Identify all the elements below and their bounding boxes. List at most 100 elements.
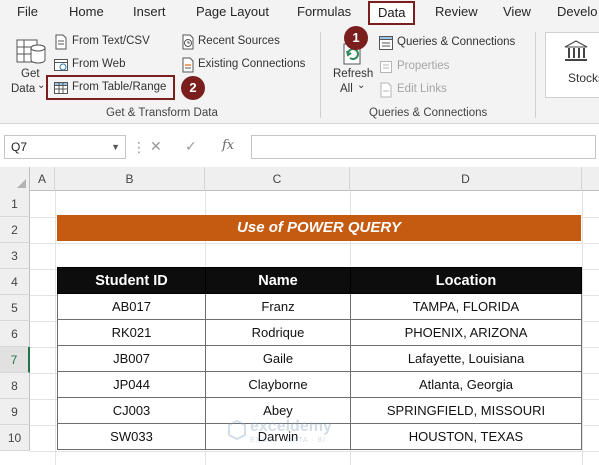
cell-student-id[interactable]: AB017 [57,293,206,320]
from-table-range-button[interactable]: From Table/Range [72,81,166,93]
tab-file[interactable]: File [17,0,38,26]
tab-review[interactable]: Review [435,0,478,26]
row-header-1[interactable]: 1 [0,191,30,217]
cell-student-id[interactable]: CJ003 [57,397,206,424]
gridline [30,243,599,244]
from-web-button[interactable]: From Web [72,58,125,70]
get-data-dropdown-icon[interactable]: ⌄ [37,80,45,91]
row-header-6[interactable]: 6 [0,321,30,347]
row-header-3[interactable]: 3 [0,243,30,269]
cancel-icon[interactable]: ✕ [150,138,162,155]
select-all-corner[interactable] [0,167,30,191]
header-location[interactable]: Location [350,267,582,294]
cell-location[interactable]: HOUSTON, TEXAS [350,423,582,450]
properties-button[interactable]: Properties [397,60,449,72]
tab-view[interactable]: View [503,0,531,26]
existing-connections-button[interactable]: Existing Connections [198,58,305,70]
step-2-badge: 2 [181,76,205,100]
stocks-label: Stocks [568,71,599,85]
row-header-10[interactable]: 10 [0,425,30,451]
cell-name[interactable]: Darwin [205,423,351,450]
table-row: AB017 Franz TAMPA, FLORIDA [57,293,582,320]
cell-name[interactable]: Abey [205,397,351,424]
gridline [55,191,56,465]
edit-links-button[interactable]: Edit Links [397,83,447,95]
from-text-csv-button[interactable]: From Text/CSV [72,35,150,47]
sheet-title[interactable]: Use of POWER QUERY [57,215,581,241]
column-header-a[interactable]: A [30,167,55,191]
tab-data[interactable]: Data [368,1,416,25]
ribbon-separator [320,32,321,118]
formula-bar-grip-icon[interactable]: ⋮ [132,139,146,156]
recent-sources-button[interactable]: Recent Sources [198,35,280,47]
row-header-7[interactable]: 7 [0,347,30,373]
bank-building-icon [564,40,588,61]
cell-location[interactable]: Atlanta, Georgia [350,371,582,398]
queries-group-label: Queries & Connections [369,107,488,119]
row-header-8[interactable]: 8 [0,373,30,399]
tab-insert[interactable]: Insert [133,0,166,26]
tab-formulas[interactable]: Formulas [297,0,351,26]
name-box-dropdown-icon[interactable]: ▼ [111,136,120,158]
name-box[interactable]: Q7 ▼ [4,135,126,159]
queries-connections-icon [379,36,393,50]
tab-home[interactable]: Home [69,0,104,26]
table-icon [54,82,68,94]
queries-connections-button[interactable]: Queries & Connections [397,36,515,48]
cell-location[interactable]: PHOENIX, ARIZONA [350,319,582,346]
header-student-id[interactable]: Student ID [57,267,206,294]
header-name[interactable]: Name [205,267,351,294]
existing-connections-icon [182,57,194,73]
cell-name[interactable]: Rodrique [205,319,351,346]
cell-student-id[interactable]: JB007 [57,345,206,372]
ribbon-tab-bar: File Home Insert Page Layout Formulas Da… [0,0,599,26]
get-data-label: Get [21,68,40,80]
row-header-5[interactable]: 5 [0,295,30,321]
insert-function-icon[interactable]: fx [222,138,234,153]
cell-location[interactable]: SPRINGFIELD, MISSOURI [350,397,582,424]
text-file-icon [55,34,67,50]
table-header-row: Student ID Name Location [57,267,582,294]
formula-input[interactable] [251,135,596,159]
ribbon-separator-2 [535,32,536,118]
cell-name[interactable]: Gaile [205,345,351,372]
table-row: RK021 Rodrique PHOENIX, ARIZONA [57,319,582,346]
column-header-c[interactable]: C [205,167,350,191]
properties-icon [380,61,392,73]
column-header-d[interactable]: D [350,167,582,191]
stocks-button[interactable]: Stocks [545,32,599,98]
cell-location[interactable]: Lafayette, Louisiana [350,345,582,372]
column-header-b[interactable]: B [55,167,205,191]
row-header-2[interactable]: 2 [0,217,30,243]
ribbon: Get Data ⌄ From Text/CSV From Web From T… [0,26,599,124]
row-header-9[interactable]: 9 [0,399,30,425]
tab-page-layout[interactable]: Page Layout [196,0,269,26]
enter-check-icon[interactable]: ✓ [185,138,197,155]
refresh-all-label[interactable]: Refresh [333,68,373,80]
table-row: CJ003 Abey SPRINGFIELD, MISSOURI [57,397,582,424]
formula-bar: Q7 ▼ ⋮ ✕ ✓ fx [0,132,599,162]
cell-location[interactable]: TAMPA, FLORIDA [350,293,582,320]
edit-links-icon [380,82,392,98]
recent-sources-icon [182,34,194,50]
refresh-dropdown-icon[interactable]: ⌄ [357,80,365,91]
table-row: SW033 Darwin HOUSTON, TEXAS [57,423,582,450]
refresh-all-label-2: All [340,83,353,95]
cell-name[interactable]: Clayborne [205,371,351,398]
cell-name[interactable]: Franz [205,293,351,320]
get-transform-group-label: Get & Transform Data [106,107,218,119]
tab-developer[interactable]: Develo [557,0,597,26]
web-page-icon [54,59,68,71]
name-box-value: Q7 [11,140,28,154]
column-header-bar: A B C D [0,167,599,191]
gridline [30,451,599,452]
step-1-badge: 1 [344,26,368,50]
gridline [582,191,583,465]
get-data-label-2: Data [11,83,36,95]
cell-student-id[interactable]: SW033 [57,423,206,450]
cell-student-id[interactable]: JP044 [57,371,206,398]
select-all-triangle-icon [17,179,26,188]
student-table: Student ID Name Location AB017 Franz TAM… [57,267,582,450]
cell-student-id[interactable]: RK021 [57,319,206,346]
row-header-4[interactable]: 4 [0,269,30,295]
